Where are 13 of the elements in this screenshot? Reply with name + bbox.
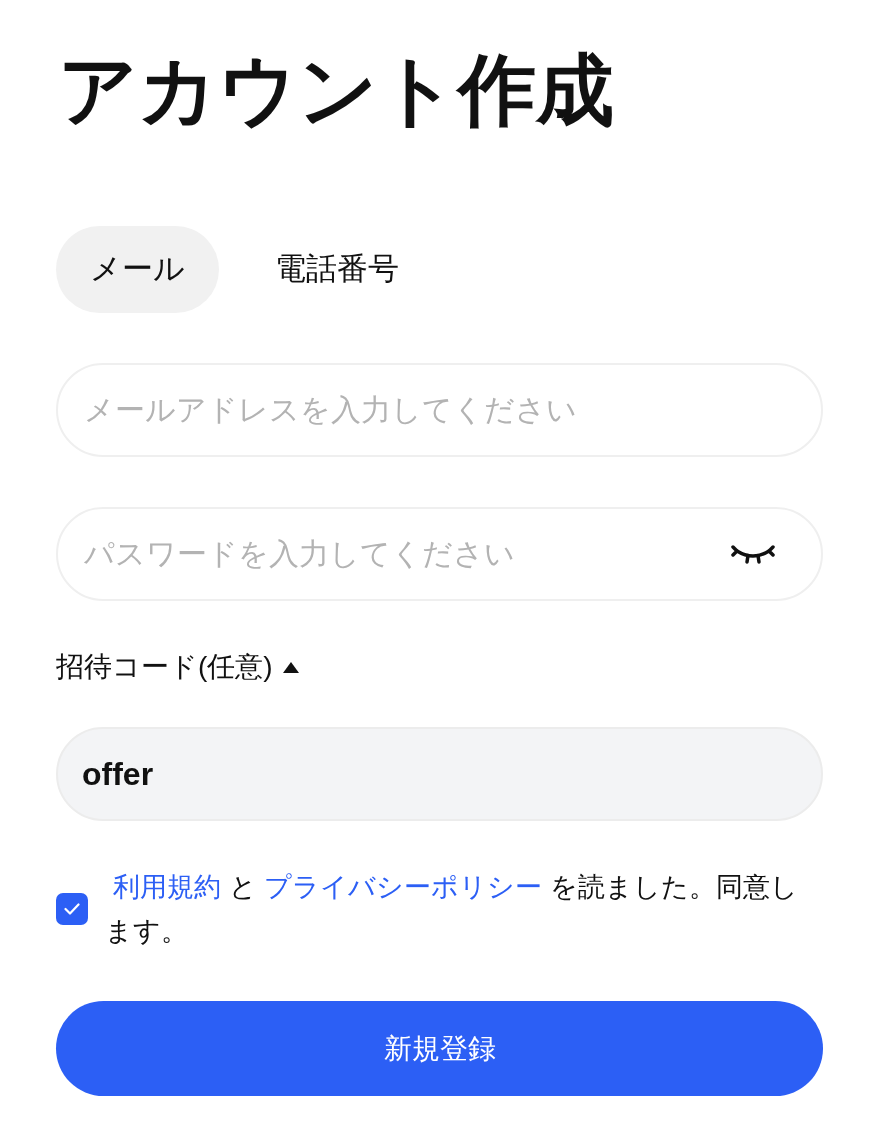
password-field[interactable]: パスワードを入力してください (56, 507, 823, 601)
email-field[interactable]: メールアドレスを入力してください (56, 363, 823, 457)
agreement-link[interactable]: 利用規約 (113, 872, 221, 902)
submit-button[interactable]: 新規登録 (56, 1001, 823, 1096)
check-icon (64, 903, 80, 915)
page-title: アカウント作成 (57, 51, 614, 129)
tab[interactable]: メール (56, 226, 219, 313)
agreement-link[interactable]: プライバシーポリシー (264, 872, 543, 902)
eye-closed-icon[interactable] (731, 543, 775, 565)
agreement-checkbox[interactable] (56, 893, 88, 925)
agreement-text: 利用規約 と プライバシーポリシー を読ました。同意します。 (105, 871, 799, 948)
invite-code-field[interactable]: offer (56, 727, 823, 821)
invite-code-toggle[interactable]: 招待コード(任意) (56, 647, 299, 687)
